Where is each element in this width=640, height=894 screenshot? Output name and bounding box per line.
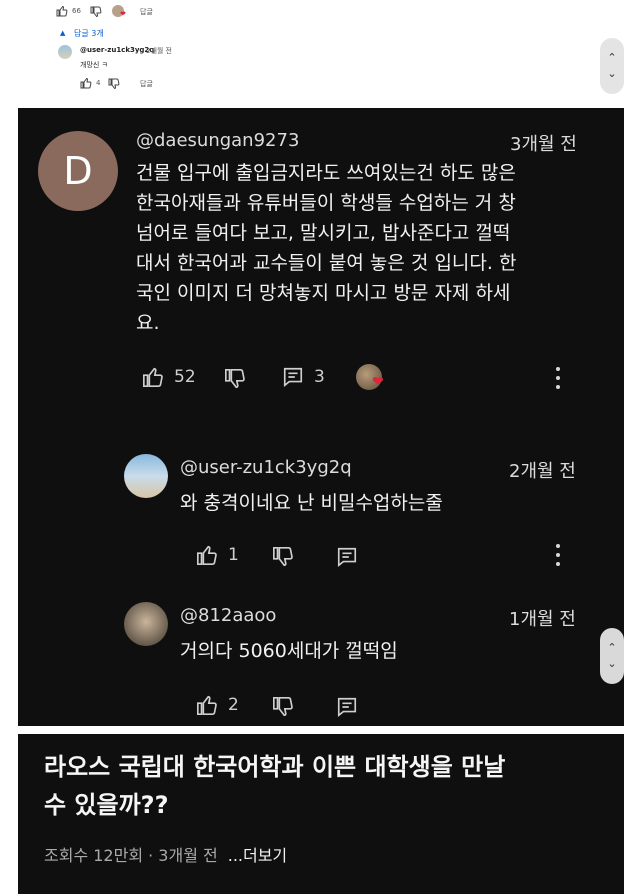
comment-line: 요. (136, 312, 160, 334)
video-meta: 조회수 12만회 · 3개월 전 ...더보기 (44, 842, 287, 866)
video-title-line: 라오스 국립대 한국어학과 이쁜 대학생을 만날 (44, 753, 506, 781)
like-button[interactable]: 52 (142, 366, 196, 388)
like-button[interactable]: 1 (196, 544, 239, 566)
avatar (58, 45, 72, 59)
reply-text: 거의다 5060세대가 껄떡임 (180, 640, 398, 662)
scroll-control[interactable]: ⌃ ⌄ (600, 38, 624, 94)
chevron-up-icon[interactable]: ⌃ (607, 52, 616, 63)
comment-thread: D @daesungan9273 3개월 전 건물 입구에 출입금지라도 쓰여있… (18, 108, 624, 726)
comment-line: 대서 한국어과 교수들이 붙여 놓은 것 입니다. 한 (136, 252, 517, 274)
reply-user[interactable]: @user-zu1ck3yg2q (180, 457, 352, 478)
reply-text: 와 충격이네요 난 비밀수업하는줄 (180, 492, 443, 514)
reply-count-button[interactable]: 3 (282, 366, 325, 388)
like-count: 1 (228, 545, 239, 565)
thumb-down-icon[interactable] (90, 6, 102, 18)
comment-icon[interactable] (282, 366, 304, 388)
thumb-up-icon[interactable] (80, 77, 92, 89)
thumb-up-icon[interactable] (196, 544, 218, 566)
comment-text: 건물 입구에 출입금지라도 쓰여있는건 하도 많은 한국아재들과 유튜버들이 학… (136, 158, 606, 338)
chevron-up-icon[interactable]: ▲ (60, 29, 65, 37)
reply-time: 2개월 전 (146, 47, 172, 55)
avatar[interactable]: D (38, 131, 118, 211)
reply-count: 3 (314, 367, 325, 387)
chevron-down-icon[interactable]: ⌄ (607, 658, 616, 669)
video-title-line: 수 있을까?? (44, 791, 169, 819)
reply-user[interactable]: @812aaoo (180, 605, 276, 626)
avatar[interactable] (124, 602, 168, 646)
comment-icon[interactable] (336, 546, 358, 568)
more-vert-icon[interactable] (556, 544, 560, 566)
reply-time: 1개월 전 (509, 609, 576, 630)
heart-icon: ❤ (120, 10, 126, 18)
like-button[interactable]: 2 (196, 694, 239, 716)
heart-icon: ❤ (372, 374, 384, 390)
more-link[interactable]: ...더보기 (228, 846, 287, 865)
reply-text: 개망신 ㅋ (80, 61, 108, 69)
view-count-date: 조회수 12만회 · 3개월 전 (44, 846, 218, 865)
comment-line: 국인 이미지 더 망쳐놓지 마시고 방문 자제 하세 (136, 282, 511, 304)
thumb-up-icon[interactable] (142, 366, 164, 388)
scroll-control[interactable]: ⌃ ⌄ (600, 628, 624, 684)
comment-line: 건물 입구에 출입금지라도 쓰여있는건 하도 많은 (136, 162, 516, 184)
thumb-down-icon[interactable] (272, 546, 294, 568)
avatar[interactable] (124, 454, 168, 498)
comment-line: 한국아재들과 유튜버들이 학생들 수업하는 거 창 (136, 192, 516, 214)
thumb-down-icon[interactable] (272, 696, 294, 718)
comment-line: 넘어로 들여다 보고, 말시키고, 밥사준다고 껄떡 (136, 222, 511, 244)
thumb-down-icon[interactable] (108, 78, 120, 90)
replies-toggle[interactable]: 답글 3개 (74, 28, 104, 39)
thumb-up-icon[interactable] (56, 5, 68, 17)
chevron-down-icon[interactable]: ⌄ (607, 68, 616, 79)
comment-user[interactable]: @daesungan9273 (136, 130, 299, 151)
like-count: 2 (228, 695, 239, 715)
chevron-up-icon[interactable]: ⌃ (607, 642, 616, 653)
top-comment-panel: 66 ❤ 답글 ▲ 답글 3개 @user-zu1ck3yg2q 2개월 전 개… (48, 0, 588, 100)
reply-button[interactable]: 답글 (140, 79, 153, 89)
reply-time: 2개월 전 (509, 461, 576, 482)
like-count: 4 (96, 79, 101, 87)
reply-button[interactable]: 답글 (140, 7, 153, 17)
video-info-card: 라오스 국립대 한국어학과 이쁜 대학생을 만날 수 있을까?? 조회수 12만… (18, 734, 624, 894)
like-count: 66 (72, 7, 81, 15)
thumb-up-icon[interactable] (196, 694, 218, 716)
like-count: 52 (174, 367, 196, 387)
comment-time: 3개월 전 (510, 134, 577, 155)
video-title[interactable]: 라오스 국립대 한국어학과 이쁜 대학생을 만날 수 있을까?? (44, 748, 604, 824)
comment-icon[interactable] (336, 696, 358, 718)
more-vert-icon[interactable] (556, 367, 560, 389)
thumb-down-icon[interactable] (224, 368, 246, 390)
reply-user[interactable]: @user-zu1ck3yg2q (80, 46, 154, 54)
